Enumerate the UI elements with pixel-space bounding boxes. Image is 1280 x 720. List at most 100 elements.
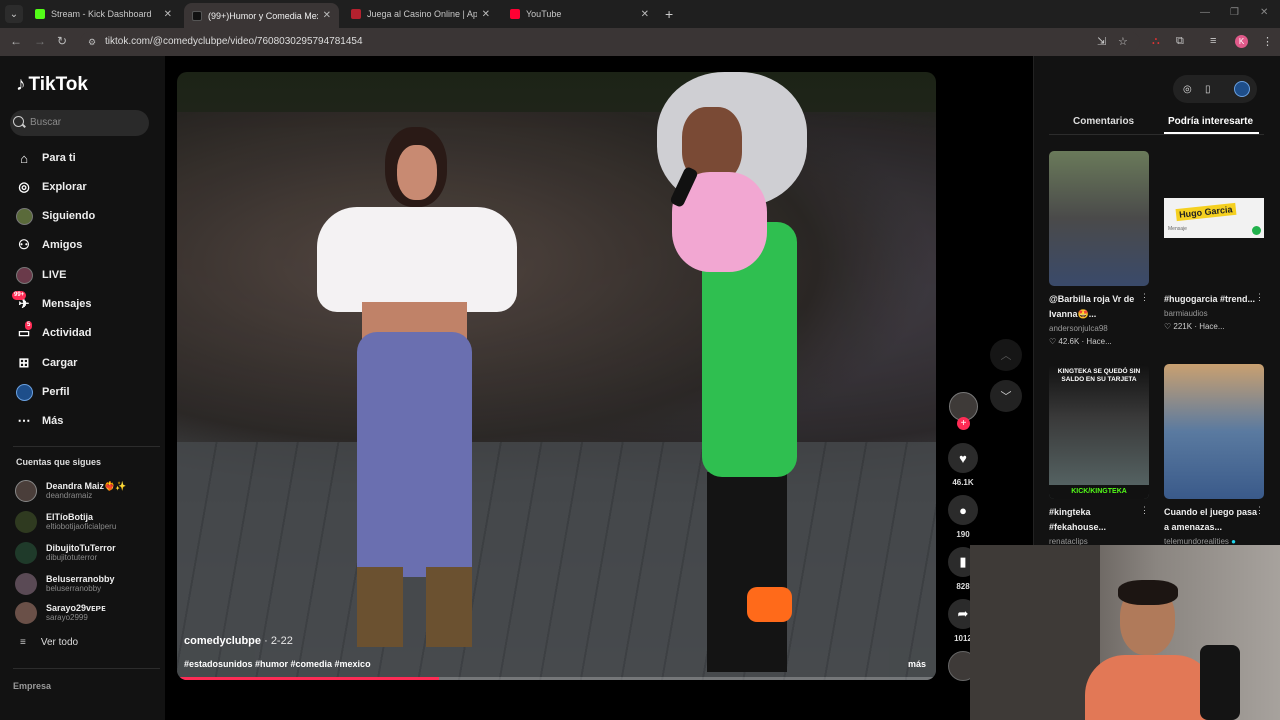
following-account[interactable]: DibujitoTuTerror dibujitotuterror [15,542,116,564]
nav-live[interactable]: LIVE [15,264,66,286]
following-account[interactable]: Deandra Maiz❤️‍🔥✨ deandramaiz [15,480,126,502]
next-video-button[interactable]: ﹀ [990,380,1022,412]
suggested-video-card[interactable]: ⋮ @Barbilla roja Vr de Ivanna🤩... anders… [1049,151,1149,346]
nav-actividad[interactable]: ▭ 5 Actividad [15,321,92,344]
suggested-video-card[interactable]: KINGTEKA SE QUEDÓ SIN SALDO EN SU TARJET… [1049,364,1149,546]
forward-icon[interactable]: → [34,34,46,48]
reload-icon[interactable]: ↻ [57,34,67,48]
install-app-icon[interactable]: ⇲ [1097,35,1106,48]
following-account[interactable]: Beluserranobby beluserranobby [15,573,115,595]
kick-favicon-icon [35,9,45,19]
nav-cargar[interactable]: ⊞ Cargar [15,352,78,374]
more-options-icon[interactable]: ⋮ [1255,505,1264,516]
more-icon: ⋯ [17,413,31,428]
nav-siguiendo[interactable]: Siguiendo [15,205,95,227]
tab-search-icon[interactable]: ⌄ [5,5,23,23]
activity-icon: ▭ 5 [17,321,33,340]
list-icon: ≡ [20,637,26,648]
browser-profile-avatar[interactable]: K [1235,35,1248,48]
card-thumbnail [1049,151,1149,286]
minimize-icon[interactable]: — [1200,7,1210,18]
suggested-video-card[interactable]: ⋮ Cuando el juego pasa a amenazas... tel… [1164,364,1264,546]
device-icon[interactable]: ▯ [1205,84,1211,95]
tiktok-sidebar: ♪ TikTok Buscar ⌂ Para ti ◎ Explorar Siguie… [0,56,165,720]
card-thumbnail: Hugo Garcia Mensaje [1164,151,1264,286]
more-options-icon[interactable]: ⋮ [1255,292,1264,303]
heart-outline-icon: ♡ [1049,337,1057,346]
nav-amigos[interactable]: ⚇ Amigos [15,234,82,256]
close-icon[interactable]: ✕ [164,9,172,20]
browser-tab[interactable]: Juega al Casino Online | Apuestas ✕ [343,3,498,25]
nav-para-ti[interactable]: ⌂ Para ti [15,147,76,169]
nav-explorar[interactable]: ◎ Explorar [15,176,86,198]
previous-video-button[interactable]: ︿ [990,339,1022,371]
video-author[interactable]: comedyclubpe · 2-22 [184,635,293,647]
more-options-icon[interactable]: ⋮ [1140,505,1149,516]
close-icon[interactable]: ✕ [482,9,490,20]
comment-icon: ● [948,495,978,525]
tiktok-favicon-icon [192,10,202,21]
follow-plus-icon[interactable]: + [957,417,970,430]
webcam-background-shelf [970,545,1100,720]
like-count: 46.1K [952,478,974,487]
video-hashtags[interactable]: #estadosunidos #humor #comedia #mexico [184,659,371,669]
maximize-icon[interactable]: ❐ [1230,7,1239,18]
card-thumbnail [1164,364,1264,499]
tab-podria-interesarte[interactable]: Podría interesarte [1168,116,1253,127]
url-field[interactable]: tiktok.com/@comedyclubpe/video/760803029… [80,32,1140,52]
compass-icon: ◎ [18,179,30,194]
video-person-left [317,127,517,647]
browser-tab[interactable]: Stream - Kick Dashboard ✕ [27,3,180,25]
nav-mensajes[interactable]: ✈ 99+ Mensajes [12,291,92,315]
tiktok-logo[interactable]: ♪ TikTok [16,74,88,96]
window-close-icon[interactable]: ✕ [1260,7,1268,18]
footer-empresa-link[interactable]: Empresa [13,681,51,691]
extensions-puzzle-icon[interactable]: ⧉ [1176,35,1184,48]
search-input[interactable]: Buscar [10,110,149,136]
extension-icon[interactable]: ⛬ [1152,35,1160,48]
friends-icon: ⚇ [18,237,30,252]
heart-outline-icon: ♡ [1164,322,1172,331]
avatar [15,573,37,595]
more-button[interactable]: más [908,659,926,669]
following-account[interactable]: Sarayo29ᴠᴇᴘᴇ sarayo2999 [15,602,106,624]
tab-comentarios[interactable]: Comentarios [1073,116,1134,127]
user-avatar[interactable] [1234,81,1250,97]
browser-menu-icon[interactable]: ⋮ [1262,35,1273,48]
active-tab-underline [1164,132,1259,134]
back-icon[interactable]: ← [10,34,22,48]
like-button[interactable]: ♥ 46.1K [948,443,978,487]
video-player[interactable]: comedyclubpe · 2-22 #estadosunidos #humo… [177,72,936,680]
video-person-right [647,72,827,680]
webcam-microphone [1200,645,1240,720]
divider [13,446,160,447]
browser-tab[interactable]: YouTube ✕ [502,3,657,25]
address-bar-row: ← → ↻ tiktok.com/@comedyclubpe/video/760… [0,28,1280,78]
search-icon [13,116,24,127]
card-thumbnail: KINGTEKA SE QUEDÓ SIN SALDO EN SU TARJET… [1049,364,1149,499]
tiktok-note-icon: ♪ [16,74,26,95]
reading-list-icon[interactable]: ≡ [1210,35,1216,47]
bookmark-star-icon[interactable]: ☆ [1118,35,1128,48]
suggested-video-card[interactable]: Hugo Garcia Mensaje ⋮ #hugogarcia #trend… [1164,151,1264,331]
following-section-title: Cuentas que sigues [16,457,102,467]
nav-mas[interactable]: ⋯ Más [15,410,64,432]
video-progress-fill [177,677,439,680]
compass-icon[interactable]: ◎ [1183,84,1192,95]
tab-divider [1049,134,1264,135]
video-progress-bar[interactable] [177,677,936,680]
close-icon[interactable]: ✕ [323,10,331,21]
profile-icon [15,383,33,401]
nav-perfil[interactable]: Perfil [15,381,70,403]
new-tab-button[interactable]: + [665,6,673,22]
close-icon[interactable]: ✕ [641,9,649,20]
site-info-icon[interactable]: ⚙ [88,37,96,48]
comment-button[interactable]: ● 190 [948,495,978,539]
following-account[interactable]: ElTíoBotija eltiobotijaoficialperu [15,511,116,533]
avatar [15,511,37,533]
chevron-up-icon: ︿ [1000,350,1012,362]
more-options-icon[interactable]: ⋮ [1140,292,1149,303]
divider [13,668,160,669]
browser-tab-active[interactable]: (99+)Humor y Comedia Mexicana ✕ [184,3,339,28]
see-all-link[interactable]: ≡ Ver todo [20,637,78,648]
